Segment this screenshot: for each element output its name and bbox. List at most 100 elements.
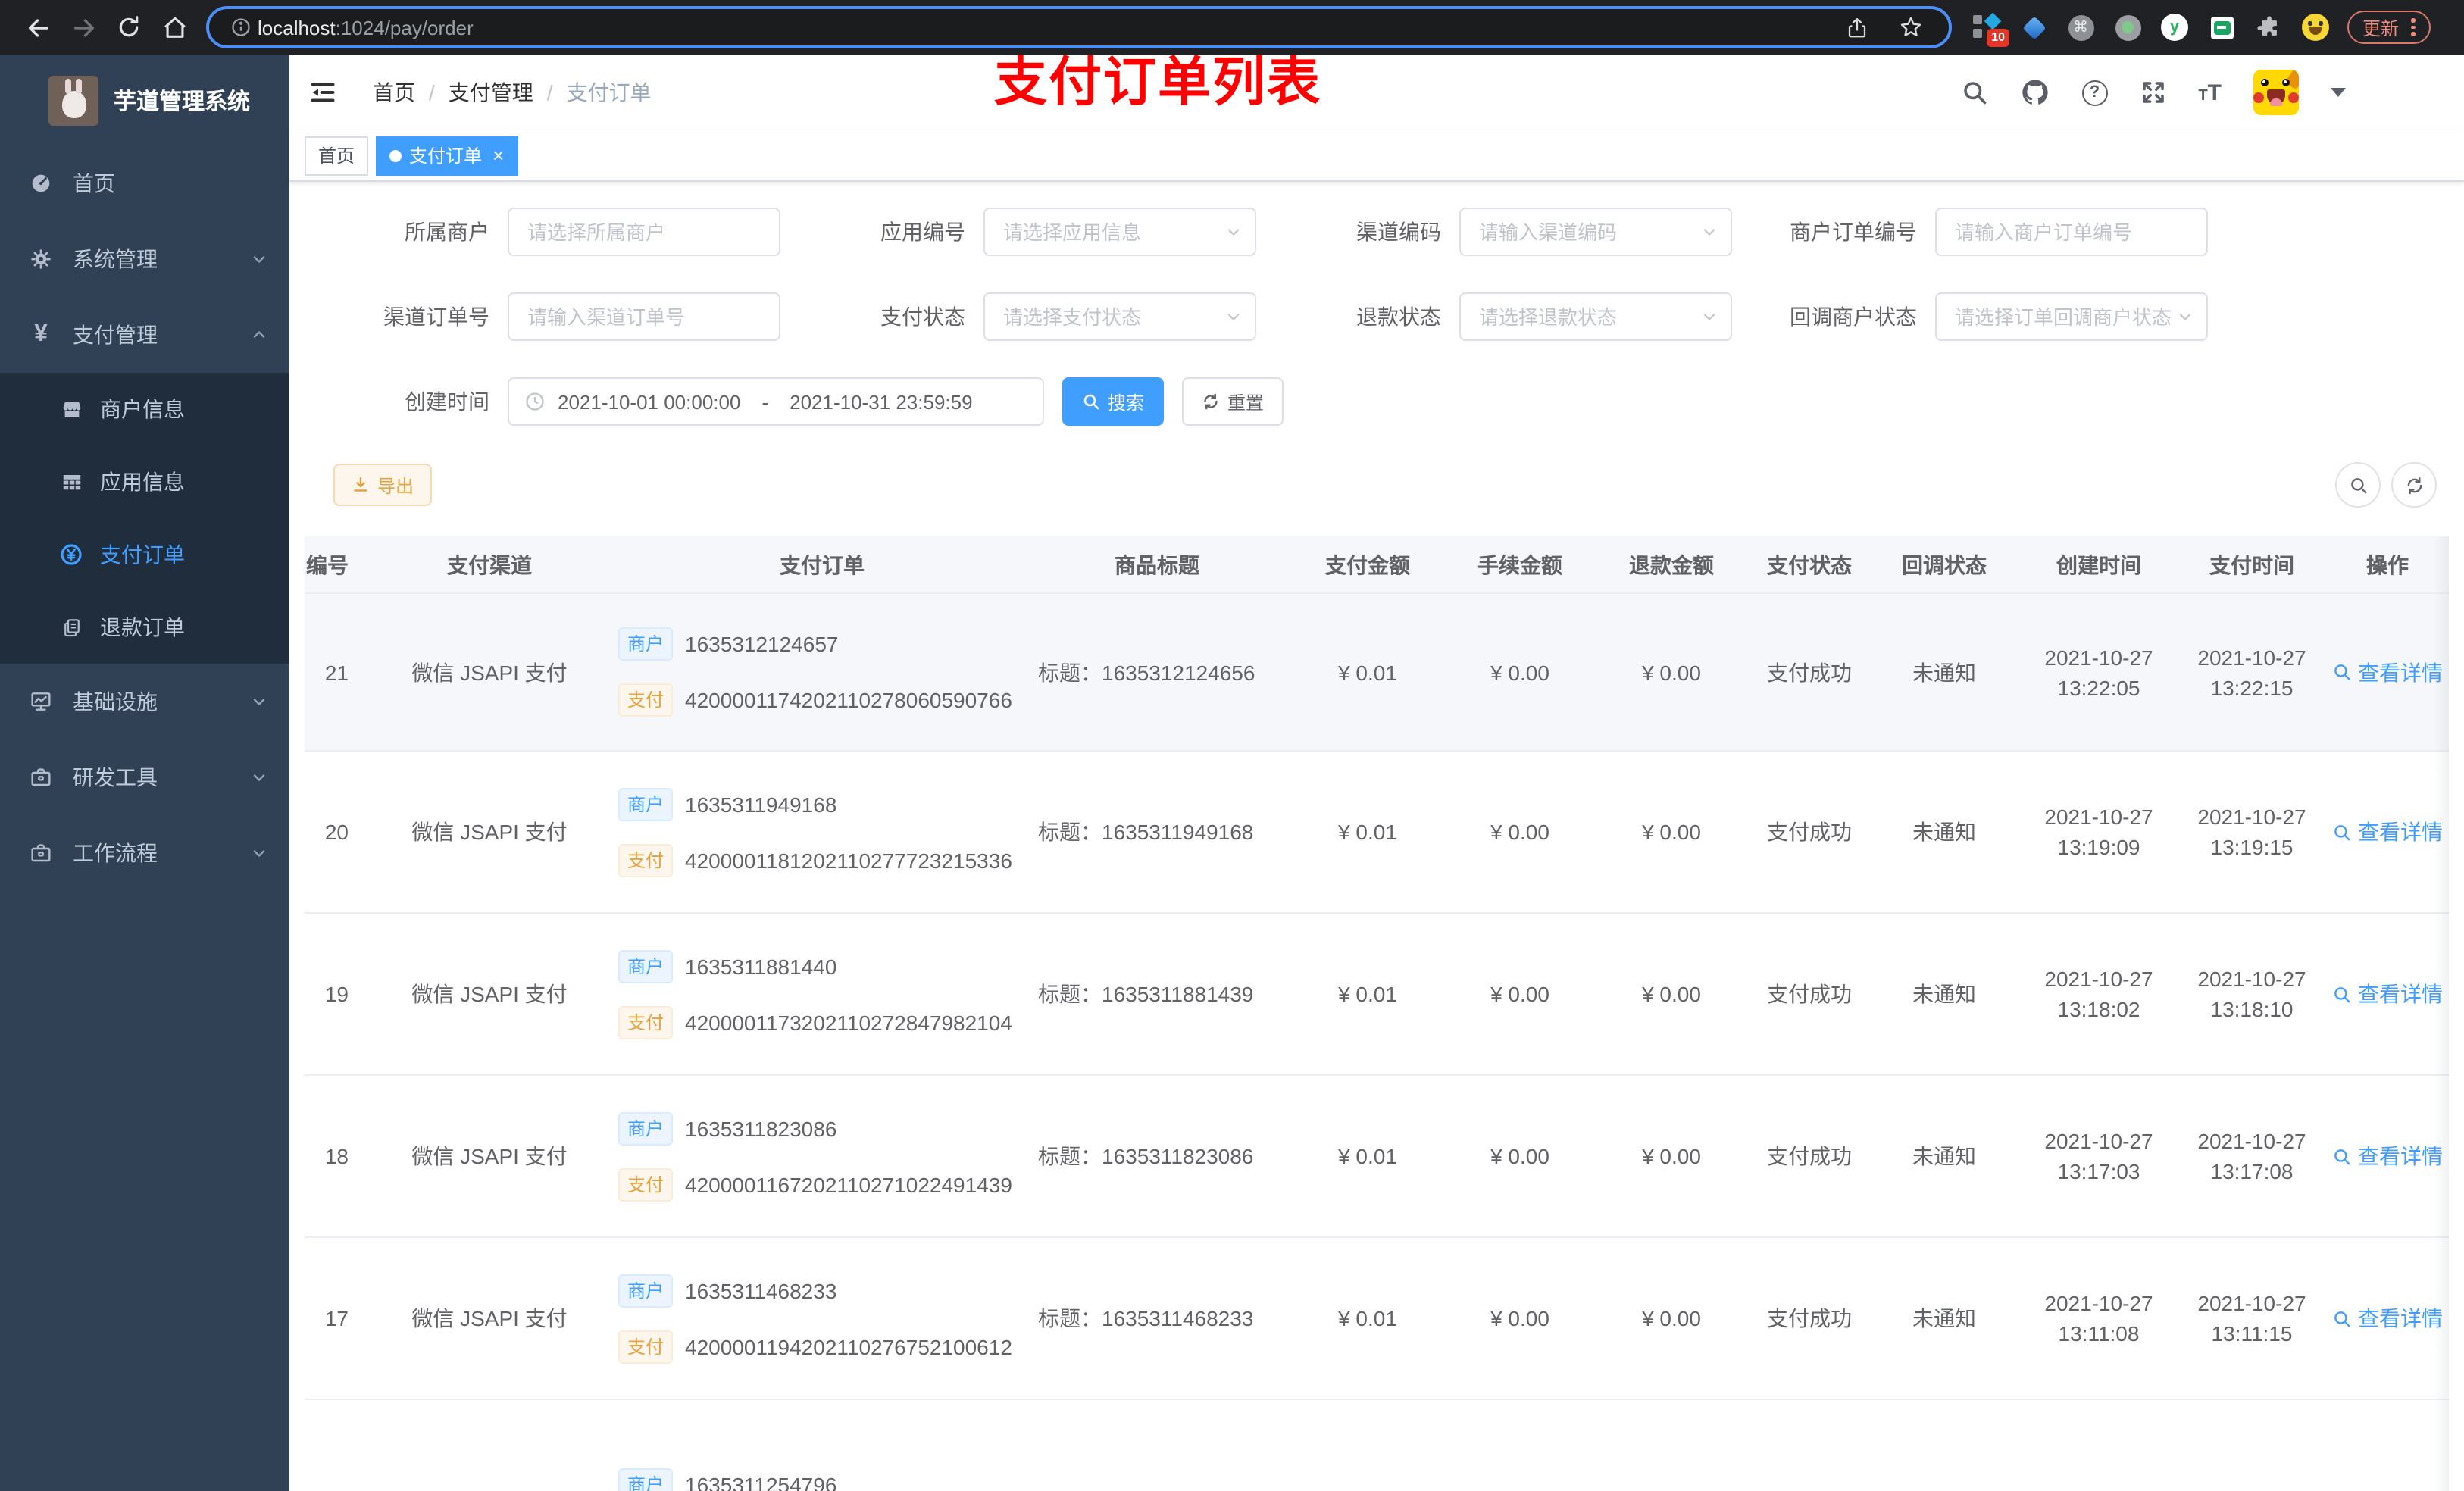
table-row: 17 微信 JSAPI 支付 商户 1635311468233 支付 42000…: [305, 1238, 2449, 1400]
breadcrumb-home[interactable]: 首页: [373, 77, 415, 108]
sidebar-item-infrastructure[interactable]: 基础设施: [0, 664, 289, 739]
extension-chat-icon[interactable]: [2208, 14, 2235, 41]
sidebar-item-merchant-info[interactable]: 商户信息: [0, 373, 289, 445]
refund-status-select[interactable]: [1459, 292, 1732, 341]
fullscreen-icon[interactable]: [2139, 79, 2166, 106]
view-detail-link[interactable]: 查看详情: [2332, 1303, 2443, 1333]
sidebar-item-dev-tools[interactable]: 研发工具: [0, 739, 289, 815]
app-logo-row: 芋道管理系统: [0, 55, 289, 145]
pay-order-cell: 商户 1635311949168 支付 42000011812021102777…: [606, 787, 1026, 877]
extension-smiley-icon[interactable]: [2302, 14, 2329, 41]
extension-command-icon[interactable]: ⌘: [2067, 14, 2094, 41]
breadcrumb-pay-order: 支付订单: [566, 80, 652, 105]
yen-icon: ¥: [34, 321, 48, 347]
amount-cell: ¥ 0.01: [1338, 982, 1397, 1006]
back-icon[interactable]: [15, 5, 61, 50]
view-detail-link[interactable]: 查看详情: [2332, 1141, 2443, 1171]
browser-menu-icon[interactable]: [2411, 18, 2416, 36]
extension-y-icon[interactable]: y: [2161, 14, 2188, 41]
extensions-puzzle-icon[interactable]: [2255, 14, 2282, 41]
sidebar-fold-icon[interactable]: [309, 79, 336, 106]
extension-record-icon[interactable]: [2114, 14, 2141, 41]
app-logo: [48, 75, 98, 125]
site-info-icon[interactable]: [224, 5, 258, 50]
extension-dashboard-icon[interactable]: 10: [1973, 12, 2009, 47]
pay-time-cell: 2021-10-27 13:19:15: [2197, 805, 2306, 859]
export-button[interactable]: 导出: [333, 464, 433, 506]
tab-home[interactable]: 首页: [305, 136, 369, 175]
merchant-tag: 商户: [618, 1111, 674, 1145]
home-icon[interactable]: [152, 5, 197, 50]
sidebar-item-home[interactable]: 首页: [0, 145, 289, 221]
briefcase-icon: [27, 841, 55, 865]
view-detail-link[interactable]: 查看详情: [2332, 979, 2443, 1009]
shop-icon: [58, 398, 85, 420]
view-detail-link[interactable]: 查看详情: [2332, 657, 2443, 687]
extension-kite-icon[interactable]: [2020, 14, 2047, 41]
sidebar-item-app-info[interactable]: 应用信息: [0, 445, 289, 518]
bookmark-star-icon[interactable]: [1888, 5, 1934, 50]
create-time-cell: 2021-10-27 13:18:02: [2044, 967, 2153, 1021]
amount-cell: ¥ 0.01: [1338, 1306, 1397, 1330]
date-start: 2021-10-01 00:00:00: [558, 390, 741, 413]
channel-order-no-input[interactable]: [508, 292, 780, 341]
page-annotation: 支付订单列表: [994, 53, 1322, 112]
avatar-caret-icon[interactable]: [2331, 88, 2346, 97]
reload-icon[interactable]: [106, 5, 152, 50]
action-cell: 查看详情: [2326, 817, 2449, 847]
pay-status-select[interactable]: [983, 292, 1256, 341]
tab-pay-order[interactable]: 支付订单 ×: [376, 136, 518, 175]
sidebar-item-payment[interactable]: ¥ 支付管理: [0, 297, 289, 373]
merchant-order-no-input[interactable]: [1935, 208, 2208, 256]
date-range-picker[interactable]: 2021-10-01 00:00:00 - 2021-10-31 23:59:5…: [508, 377, 1044, 426]
forward-icon[interactable]: [61, 5, 106, 50]
pay-time-cell: 2021-10-27 13:17:08: [2197, 1129, 2306, 1183]
hide-search-button[interactable]: [2335, 462, 2381, 508]
merchant-select[interactable]: [508, 208, 780, 256]
app-select[interactable]: [983, 208, 1256, 256]
breadcrumb-pay-manage[interactable]: 支付管理: [449, 77, 533, 108]
document-icon: [58, 616, 85, 639]
refund-cell: ¥ 0.00: [1642, 1144, 1701, 1168]
sidebar-item-pay-order[interactable]: 支付订单: [0, 518, 289, 591]
content: 所属商户 应用编号 渠道编码: [289, 182, 2464, 1491]
create-time-cell: 2021-10-27 13:11:08: [2044, 1291, 2153, 1346]
close-icon[interactable]: ×: [492, 145, 504, 165]
help-icon[interactable]: ?: [2081, 80, 2108, 105]
table-toolbar: 导出: [289, 462, 2464, 508]
github-icon[interactable]: [2019, 77, 2050, 108]
notify-status-cell: 未通知: [1912, 982, 1976, 1006]
pay-tag: 支付: [618, 1005, 674, 1039]
screen: localhost:1024/pay/order 10 ⌘ y 更新 芋道管理…: [0, 0, 2464, 1491]
search-button[interactable]: 搜索: [1062, 377, 1165, 426]
chevron-down-icon: [250, 692, 268, 711]
notify-status-select[interactable]: [1935, 292, 2208, 341]
reset-button[interactable]: 重置: [1182, 377, 1284, 426]
top-header: 首页 / 支付管理 / 支付订单 支付订单列表 ? TT: [289, 53, 2464, 130]
font-size-icon[interactable]: TT: [2198, 80, 2222, 105]
share-icon[interactable]: [1834, 5, 1879, 50]
extension-badge: 10: [1987, 29, 2009, 47]
channel-code-select[interactable]: [1459, 208, 1732, 256]
monitor-icon: [27, 689, 55, 714]
dashboard-icon: [27, 171, 55, 195]
filter-channel-code: 渠道编码: [1256, 208, 1732, 256]
chevron-up-icon: [250, 326, 268, 344]
browser-update-button[interactable]: 更新: [2347, 11, 2431, 44]
filter-create-time: 创建时间 2021-10-01 00:00:00 - 2021-10-31 23…: [305, 377, 1044, 426]
pay-tag: 支付: [618, 1167, 674, 1201]
avatar[interactable]: [2253, 70, 2299, 115]
search-icon[interactable]: [1960, 79, 1987, 106]
view-detail-link[interactable]: 查看详情: [2332, 817, 2443, 847]
pay-time-cell: 2021-10-27 13:18:10: [2197, 967, 2306, 1021]
pay-status-cell: 支付成功: [1767, 660, 1852, 684]
pay-status-cell: 支付成功: [1767, 1144, 1852, 1168]
sidebar-item-system[interactable]: 系统管理: [0, 221, 289, 297]
refresh-button[interactable]: [2391, 462, 2437, 508]
sidebar-item-refund-order[interactable]: 退款订单: [0, 591, 289, 664]
sidebar-item-workflow[interactable]: 工作流程: [0, 815, 289, 891]
chevron-down-icon: [250, 250, 268, 268]
pay-status-cell: 支付成功: [1767, 820, 1852, 844]
url-path: :1024/pay/order: [335, 16, 474, 39]
title-cell: 标题：1635312124656: [1038, 660, 1255, 684]
